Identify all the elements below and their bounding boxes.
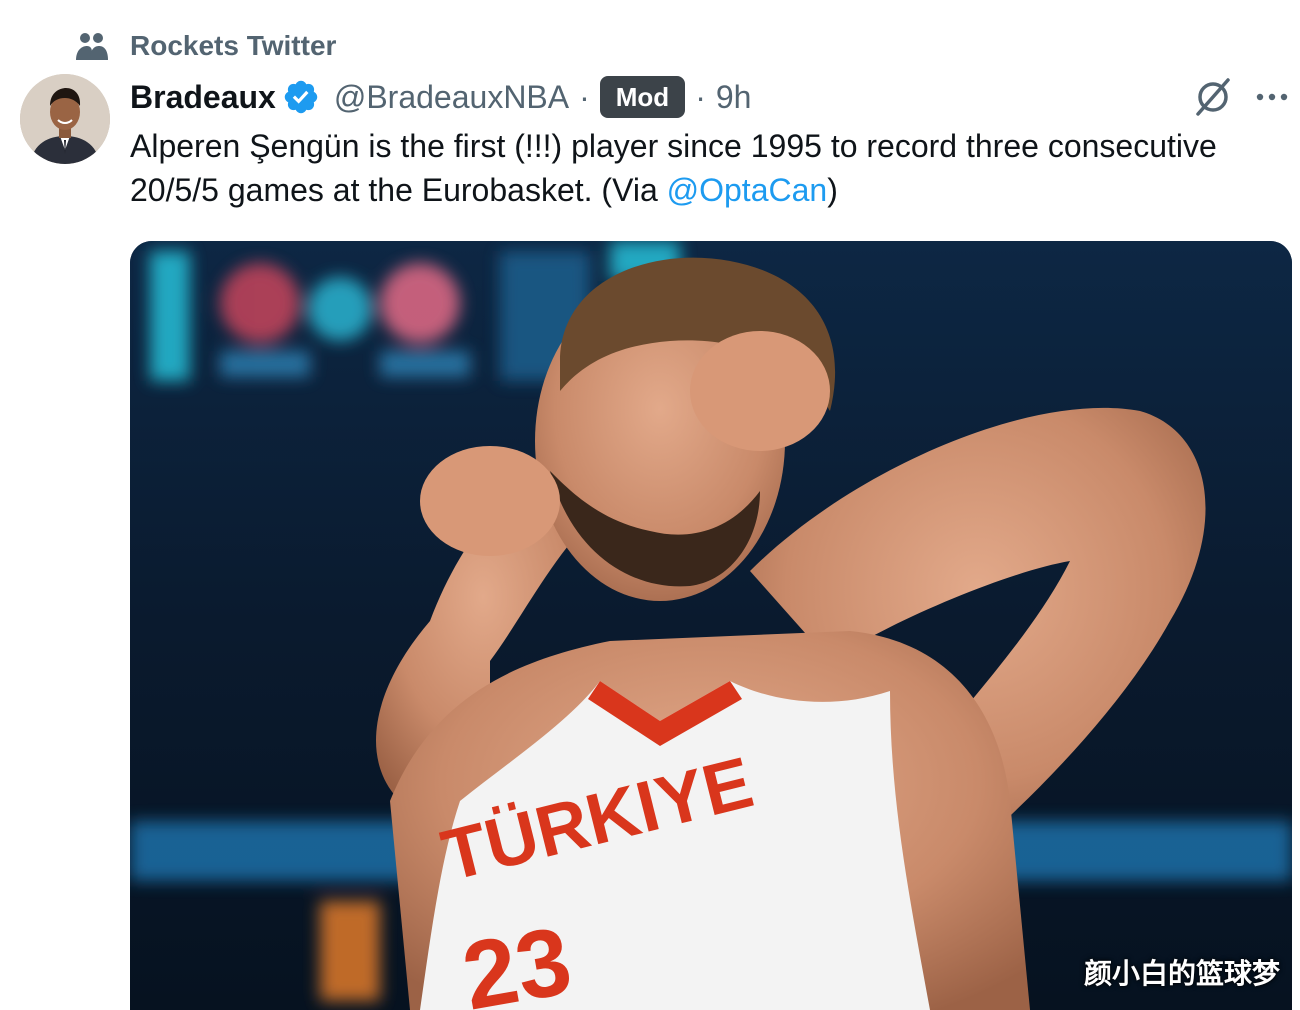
- community-icon: [76, 33, 108, 60]
- mention-link[interactable]: @OptaCan: [667, 172, 828, 208]
- more-options-icon[interactable]: [1254, 84, 1290, 110]
- separator-dot: ·: [579, 78, 590, 115]
- grok-icon[interactable]: [1192, 76, 1234, 118]
- watermark: 颜小白的篮球梦: [1083, 957, 1280, 990]
- avatar[interactable]: [20, 74, 110, 164]
- social-context[interactable]: Rockets Twitter: [74, 28, 336, 64]
- community-label: Rockets Twitter: [130, 30, 337, 61]
- timestamp[interactable]: 9h: [716, 79, 752, 116]
- verified-badge-icon[interactable]: [282, 78, 320, 116]
- tweet-header: Bradeaux @BradeauxNBA · Mod · 9h: [130, 74, 751, 120]
- tweet-text: Alperen Şengün is the first (!!!) player…: [130, 124, 1270, 212]
- mod-badge: Mod: [599, 76, 686, 118]
- author-handle[interactable]: @BradeauxNBA: [334, 79, 569, 116]
- author-name[interactable]: Bradeaux: [130, 79, 276, 116]
- jersey-number: 23: [455, 907, 579, 1010]
- separator-dot: ·: [695, 78, 706, 115]
- player-photo: TÜRKIYE 23: [130, 241, 1292, 1010]
- tweet-text-end: ): [827, 172, 838, 208]
- tweet-card[interactable]: Rockets Twitter Bradeaux @BradeauxNBA · …: [0, 0, 1300, 1010]
- tweet-photo[interactable]: TÜRKIYE 23 颜小白的篮球梦: [130, 241, 1292, 1010]
